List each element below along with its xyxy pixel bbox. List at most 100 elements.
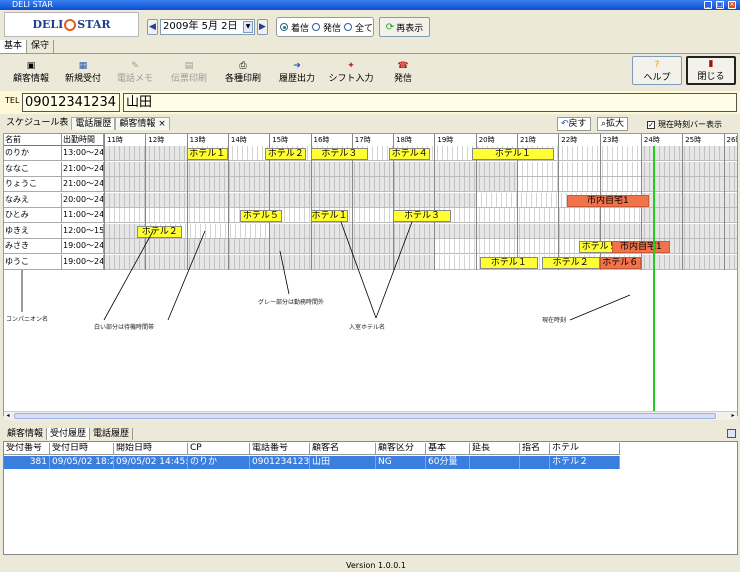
horizontal-scrollbar[interactable]: ◂ ▸ bbox=[4, 411, 737, 420]
close-label: 閉じる bbox=[697, 72, 725, 82]
close-icon[interactable]: × bbox=[158, 119, 166, 129]
customer-icon: ▣ bbox=[26, 61, 36, 71]
table-cell[interactable] bbox=[520, 456, 550, 469]
column-header[interactable]: CP bbox=[188, 443, 250, 455]
bottom-tabs: 顧客情報 受付履歴 電話履歴 bbox=[4, 428, 134, 440]
table-cell[interactable]: NG bbox=[376, 456, 426, 469]
scroll-thumb[interactable] bbox=[14, 413, 716, 419]
toolbar: ▣ 顧客情報 ▦ 新規受付 ✎ 電話メモ ▤ 伝票印刷 ⎙ 各種印刷 ➜ 履歴出力 ✦ シフト… bbox=[0, 56, 740, 86]
tab-bottom-calls[interactable]: 電話履歴 bbox=[90, 428, 134, 440]
tel-bar: TEL 09012341234 山田 bbox=[0, 91, 740, 114]
help-button[interactable]: ? ヘルプ bbox=[632, 56, 682, 85]
column-header[interactable]: 電話番号 bbox=[250, 443, 310, 455]
column-header[interactable]: 受付日時 bbox=[50, 443, 114, 455]
customer-info-button[interactable]: ▣ 顧客情報 bbox=[6, 56, 56, 85]
app-window: DELI STAR _ □ × DELI STAR ◀ 2009年 5月 2日 ▼ … bbox=[0, 0, 740, 572]
phone-memo-label: 電話メモ bbox=[116, 74, 153, 84]
printer-icon: ⎙ bbox=[239, 61, 247, 71]
leader-line bbox=[340, 221, 377, 319]
leader-line bbox=[279, 250, 290, 295]
history-output-button[interactable]: ➜ 履歴出力 bbox=[272, 56, 322, 85]
table-cell[interactable]: 09012341234 bbox=[250, 456, 310, 469]
scroll-right-icon[interactable]: ▸ bbox=[729, 412, 737, 420]
column-header[interactable]: 顧客名 bbox=[310, 443, 376, 455]
new-reception-button[interactable]: ▦ 新規受付 bbox=[58, 56, 108, 85]
tel-label: TEL bbox=[5, 96, 20, 105]
divider bbox=[0, 53, 740, 54]
table-cell[interactable]: 60分量 bbox=[426, 456, 470, 469]
column-header[interactable]: 開始日時 bbox=[114, 443, 188, 455]
table-cell[interactable]: 09/05/02 18:21 bbox=[50, 456, 114, 469]
refresh-button[interactable]: ⟳ 再表示 bbox=[379, 17, 430, 37]
refresh-label: 再表示 bbox=[396, 23, 424, 34]
table-cell[interactable]: 381 bbox=[4, 456, 50, 469]
next-date-button[interactable]: ▶ bbox=[257, 19, 268, 35]
column-header[interactable]: ホテル bbox=[550, 443, 620, 455]
date-picker[interactable]: 2009年 5月 2日 ▼ bbox=[160, 19, 255, 35]
exit-door-icon: ▮ bbox=[708, 59, 714, 69]
logo-text-right: STAR bbox=[77, 18, 111, 31]
refresh-icon: ⟳ bbox=[385, 21, 395, 33]
tab-maintenance[interactable]: 保守 bbox=[27, 40, 55, 53]
outgoing-call-button[interactable]: ☎ 発信 bbox=[378, 56, 428, 85]
various-print-label: 各種印刷 bbox=[224, 74, 261, 84]
help-label: ヘルプ bbox=[643, 73, 671, 83]
logo-text-left: DELI bbox=[32, 18, 64, 31]
tab-call-history[interactable]: 電話履歴 bbox=[71, 117, 116, 130]
tab-customer-info-label: 顧客情報 bbox=[119, 119, 156, 129]
arrow-right-icon: ▶ bbox=[259, 22, 266, 32]
radio-all-label: 全て bbox=[355, 23, 374, 34]
maximize-button[interactable]: □ bbox=[716, 1, 724, 9]
memo-icon: ✎ bbox=[131, 61, 139, 71]
tab-bottom-customer[interactable]: 顧客情報 bbox=[4, 428, 48, 440]
scroll-left-icon[interactable]: ◂ bbox=[4, 412, 12, 420]
slip-print-button[interactable]: ▤ 伝票印刷 bbox=[164, 56, 214, 85]
table-cell[interactable]: 09/05/02 14:45:00 bbox=[114, 456, 188, 469]
table-cell[interactable]: のりか bbox=[188, 456, 250, 469]
schedule-grid: 名前 出勤時間 11時 12時 13時 14時 15時 16時 17時 18時 19時 20時 21… bbox=[3, 133, 738, 416]
tab-bottom-reception[interactable]: 受付履歴 bbox=[47, 428, 91, 440]
phone-memo-button[interactable]: ✎ 電話メモ bbox=[110, 56, 160, 85]
column-header[interactable]: 延長 bbox=[470, 443, 520, 455]
column-header[interactable]: 受付番号 bbox=[4, 443, 50, 455]
minimize-button[interactable]: _ bbox=[704, 1, 712, 9]
now-bar-toggle[interactable]: ✓ 現在時刻バー表示 bbox=[647, 119, 722, 130]
tab-schedule[interactable]: スケジュール表 bbox=[3, 117, 71, 130]
zoom-label: 拡大 bbox=[606, 119, 625, 129]
undo-icon: ↶ bbox=[561, 119, 569, 129]
various-print-button[interactable]: ⎙ 各種印刷 bbox=[218, 56, 268, 85]
column-header[interactable]: 指名 bbox=[520, 443, 550, 455]
version-label: Version 1.0.0.1 bbox=[346, 561, 406, 570]
main-tabs: 基本 保守 bbox=[0, 40, 55, 53]
close-window-button[interactable]: × bbox=[728, 1, 736, 9]
tab-customer-info[interactable]: 顧客情報 × bbox=[115, 117, 170, 130]
shift-input-button[interactable]: ✦ シフト入力 bbox=[326, 56, 376, 85]
customer-name-field[interactable]: 山田 bbox=[123, 93, 737, 112]
leader-line bbox=[167, 230, 206, 321]
new-reception-label: 新規受付 bbox=[64, 74, 101, 84]
tab-basic[interactable]: 基本 bbox=[0, 40, 28, 53]
chevron-down-icon[interactable]: ▼ bbox=[243, 21, 253, 33]
prev-date-button[interactable]: ◀ bbox=[147, 19, 158, 35]
zoom-button[interactable]: ⌕拡大 bbox=[597, 117, 629, 131]
checkbox-checked[interactable]: ✓ bbox=[647, 120, 655, 129]
now-bar-label: 現在時刻バー表示 bbox=[658, 120, 722, 129]
tel-number-field[interactable]: 09012341234 bbox=[22, 93, 120, 112]
shift-input-label: シフト入力 bbox=[328, 74, 374, 84]
leader-line bbox=[103, 230, 154, 321]
history-output-label: 履歴出力 bbox=[278, 74, 315, 84]
column-header[interactable]: 顧客区分 bbox=[376, 443, 426, 455]
new-form-icon: ▦ bbox=[78, 61, 88, 71]
table-cell[interactable]: ホテル２ bbox=[550, 456, 620, 469]
column-header[interactable]: 基本 bbox=[426, 443, 470, 455]
logo-emblem-icon bbox=[64, 18, 77, 31]
radio-incoming[interactable] bbox=[280, 23, 288, 31]
panel-toggle-icon[interactable] bbox=[727, 429, 736, 438]
radio-all[interactable] bbox=[344, 23, 352, 31]
radio-outgoing[interactable] bbox=[312, 23, 320, 31]
back-button[interactable]: ↶戻す bbox=[557, 117, 591, 131]
close-button[interactable]: ▮ 閉じる bbox=[686, 56, 736, 85]
table-cell[interactable]: 山田 bbox=[310, 456, 376, 469]
phone-icon: ☎ bbox=[397, 61, 409, 71]
table-cell[interactable] bbox=[470, 456, 520, 469]
